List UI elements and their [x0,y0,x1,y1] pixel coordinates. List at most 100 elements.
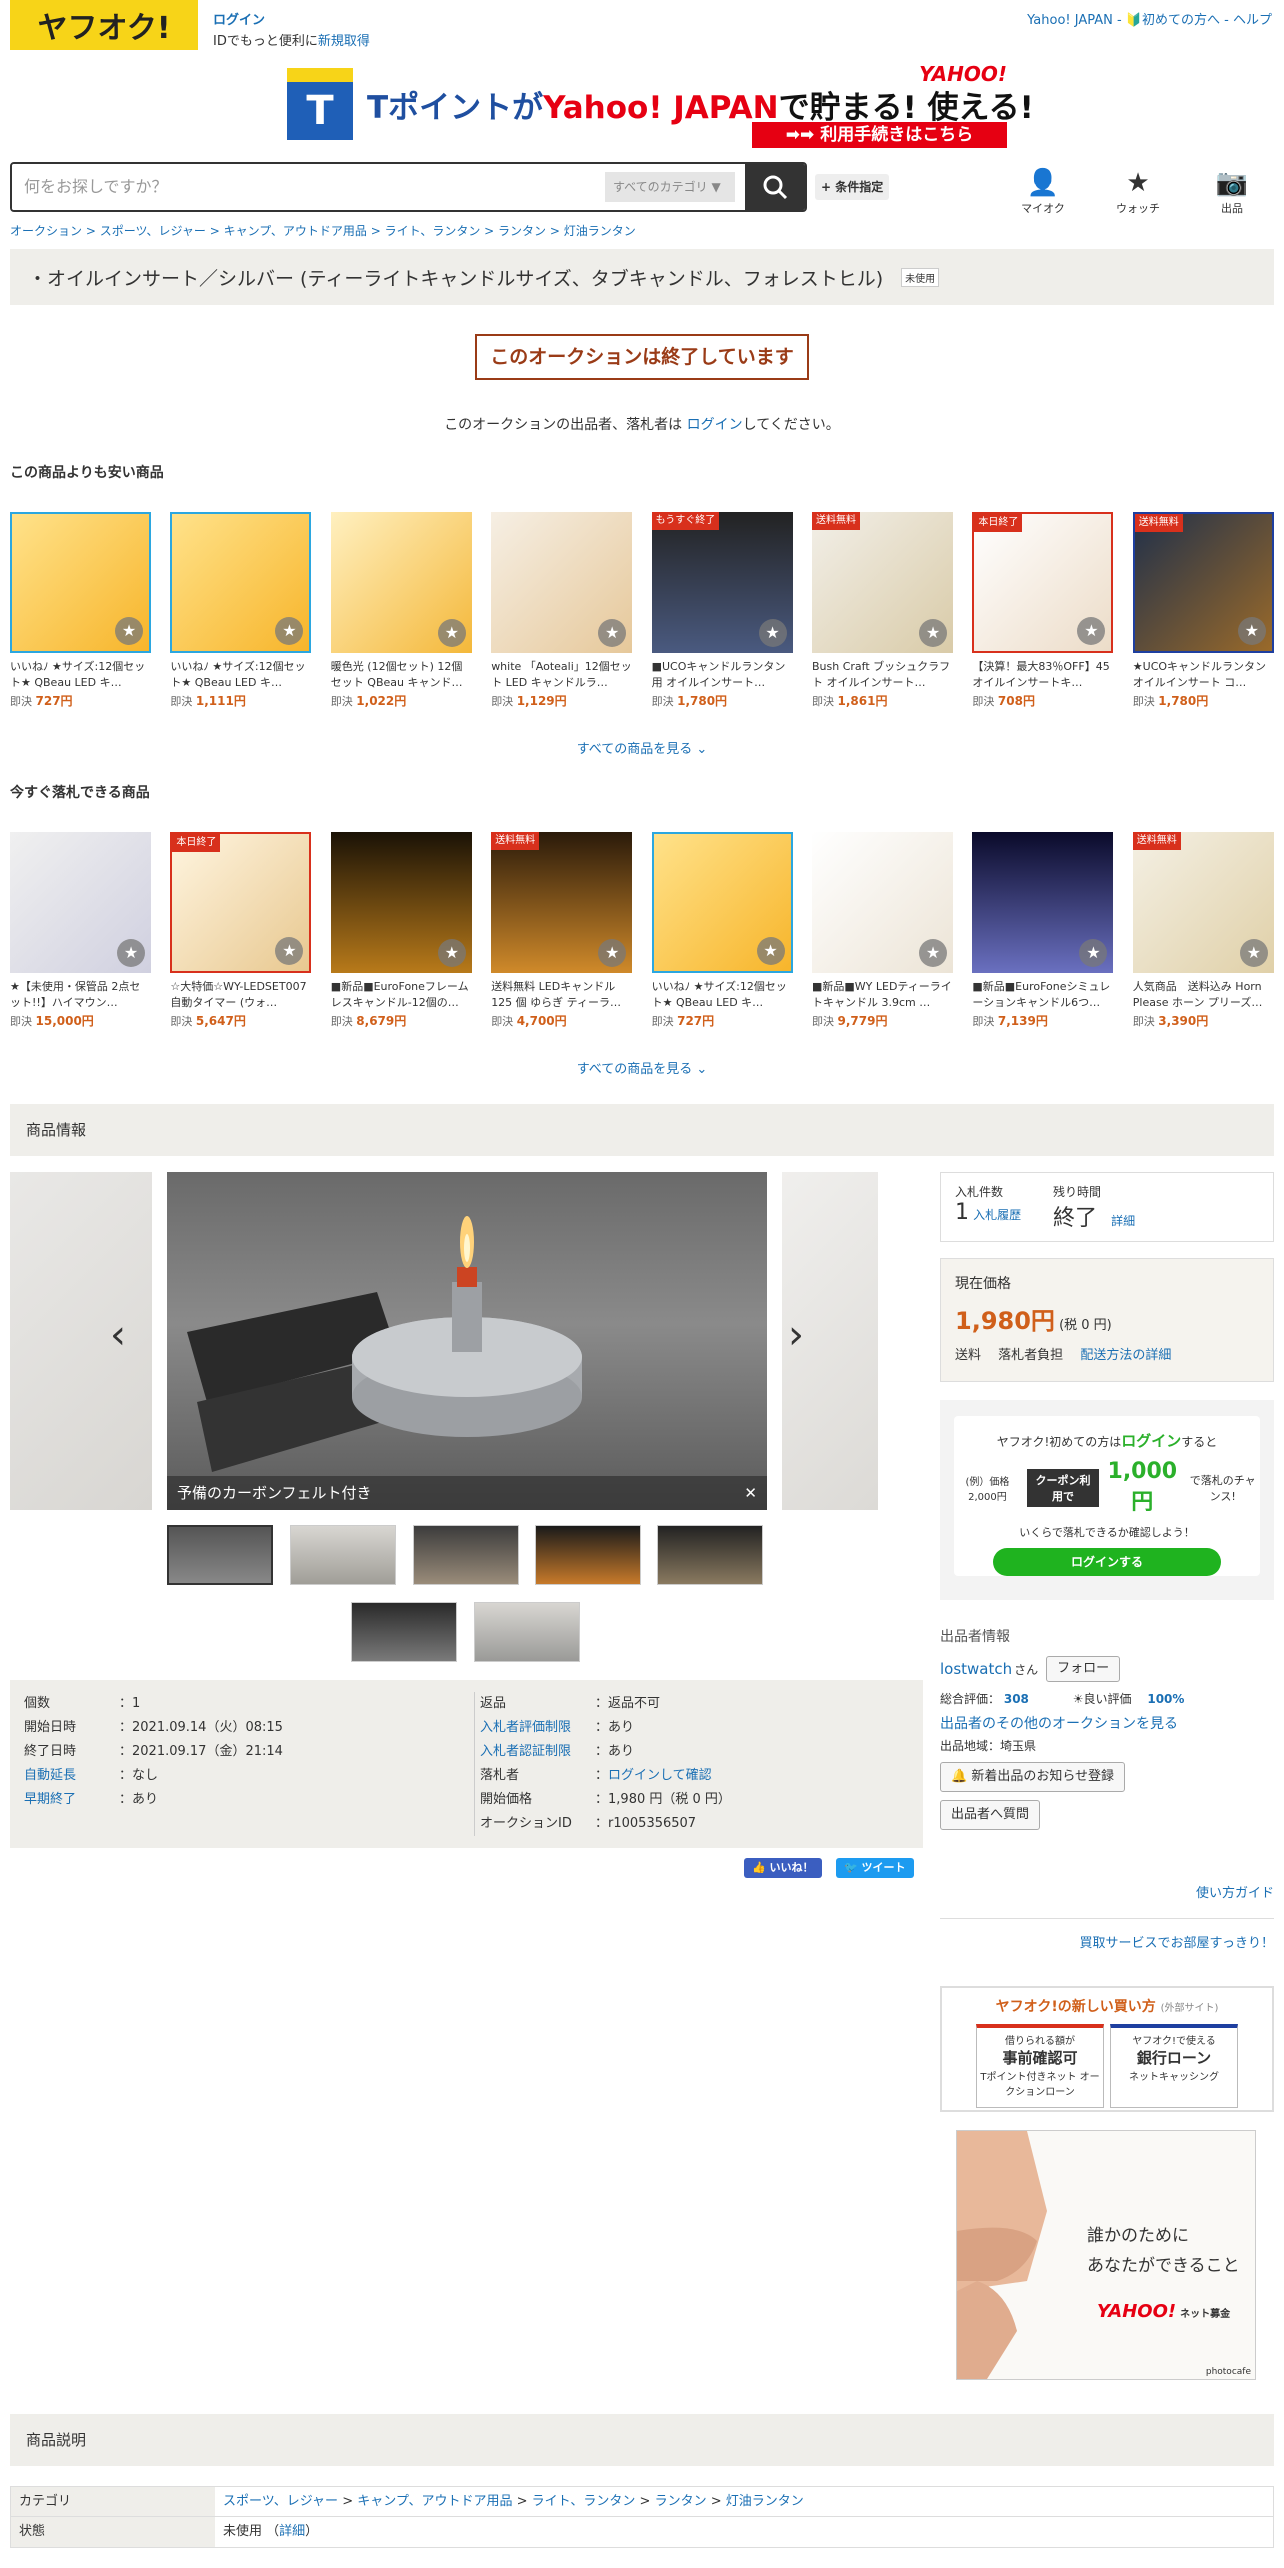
product-image[interactable]: 本日終了 ★ [170,832,312,973]
early-end-link[interactable]: 早期終了 [24,1788,119,1812]
follow-button[interactable]: フォロー [1046,1656,1121,1682]
product-card[interactable]: ★ いいねﾉ ★サイズ:12個セット★ QBeau LED キ… 即決 1,111円 [170,512,312,710]
condition-detail-link[interactable]: 詳細 [279,2524,305,2539]
category-link[interactable]: ライト、ランタン [532,2494,636,2509]
condition-button[interactable]: + 条件指定 [815,174,890,200]
watch-star-icon[interactable]: ★ [437,939,466,967]
product-card[interactable]: 本日終了 ★ ☆大特価☆WY-LEDSET007 自動タイマー (ウォ… 即決 5,6… [170,832,312,1030]
register-link[interactable]: 新規取得 [318,34,370,49]
category-link[interactable]: スポーツ、レジャー [223,2494,338,2509]
product-image[interactable]: ★ [170,512,312,653]
product-card[interactable]: もうすぐ終了 ★ ■UCOキャンドルランタン用 オイルインサート… 即決 1,780円 [651,512,793,710]
product-card[interactable]: ★ いいねﾉ ★サイズ:12個セット★ QBeau LED キ… 即決 727円 [651,832,793,1030]
product-name[interactable]: 暖色光 (12個セット) 12個セット QBeau キャンド… [331,659,472,691]
product-name[interactable]: white 「Aoteali」12個セット LED キャンドルラ… [491,659,632,691]
product-name[interactable]: ★【未使用・保管品 2点セット!!】ハイマウン… [10,979,151,1011]
next-arrow-icon[interactable]: › [788,1312,804,1358]
loan-card-2[interactable]: ヤフオク!で使える 銀行ローン ネットキャッシング [1110,2024,1238,2108]
product-card[interactable]: ★ ■新品■EuroFoneシミュレーションキャンドル6つ… 即決 7,139円 [972,832,1114,1030]
category-link[interactable]: 灯油ランタン [726,2494,804,2509]
product-name[interactable]: 【決算！最大83％OFF】45 オイルインサートキ… [972,659,1113,691]
product-name[interactable]: ■UCOキャンドルランタン用 オイルインサート… [652,659,793,691]
product-name[interactable]: ★UCOキャンドルランタン オイルインサート コ… [1133,659,1274,691]
product-card[interactable]: 本日終了 ★ 【決算！最大83％OFF】45 オイルインサートキ… 即決 708円 [972,512,1114,710]
notify-button[interactable]: 🔔 新着出品のお知らせ登録 [940,1762,1126,1792]
tweet-button[interactable]: 🐦 ツイート [836,1858,914,1878]
nav-sell[interactable]: 📷 出品 [1202,166,1262,216]
category-link[interactable]: ランタン [655,2494,707,2509]
category-link[interactable]: キャンプ、アウトドア用品 [357,2494,512,2509]
breadcrumb-link[interactable]: スポーツ、レジャー [100,224,206,238]
watch-star-icon[interactable]: ★ [115,617,143,645]
seller-other-auctions-link[interactable]: 出品者のその他のオークションを見る [940,1716,1178,1732]
product-card[interactable]: 送料無料 ★ ★UCOキャンドルランタン オイルインサート コ… 即決 1,780円 [1132,512,1274,710]
login-link[interactable]: ログイン [213,13,265,28]
time-detail-link[interactable]: 詳細 [1111,1214,1135,1228]
thumbnail-3[interactable] [413,1525,519,1585]
auto-extend-link[interactable]: 自動延長 [24,1764,119,1788]
loan-card-1[interactable]: 借りられる額が 事前確認可 Tポイント付きネット オークションローン [976,2024,1104,2108]
product-card[interactable]: ★ ■新品■EuroFoneフレームレスキャンドル-12個の… 即決 8,679円 [330,832,472,1030]
breadcrumb-link[interactable]: キャンプ、アウトドア用品 [224,224,367,238]
product-card[interactable]: ★ white 「Aoteali」12個セット LED キャンドルラ… 即決 1,1… [491,512,633,710]
prev-arrow-icon[interactable]: ‹ [110,1312,126,1358]
thumbnail-7[interactable] [474,1602,580,1662]
ask-seller-button[interactable]: 出品者へ質問 [940,1800,1041,1830]
thumbnail-5[interactable] [657,1525,763,1585]
product-name[interactable]: ☆大特価☆WY-LEDSET007 自動タイマー (ウォ… [170,979,311,1011]
buy-service-link[interactable]: 買取サービスでお部屋すっきり！ [1080,1932,1274,1951]
product-name[interactable]: いいねﾉ ★サイズ:12個セット★ QBeau LED キ… [170,659,311,691]
watch-star-icon[interactable]: ★ [919,619,947,647]
rating-link[interactable]: 308 [1004,1692,1029,1706]
seller-name-link[interactable]: lostwatch [940,1660,1012,1678]
shipping-detail-link[interactable]: 配送方法の詳細 [1080,1348,1171,1363]
product-image[interactable]: 送料無料 ★ [1132,832,1274,973]
watch-star-icon[interactable]: ★ [275,617,304,645]
breadcrumb-link[interactable]: 灯油ランタン [564,224,636,238]
buynow-more-link[interactable]: すべての商品を見る ⌄ [0,1058,1284,1077]
thumbnail-4[interactable] [535,1525,641,1585]
watch-star-icon[interactable]: ★ [1237,617,1266,645]
nav-watch[interactable]: ★ ウォッチ [1108,166,1168,216]
product-image[interactable]: 送料無料 ★ [491,832,633,973]
winner-login-link[interactable]: ログインして確認 [608,1768,712,1783]
breadcrumb-link[interactable]: オークション [10,224,82,238]
yahuoku-logo[interactable]: ヤフオク! [10,0,198,50]
bidder-auth-link[interactable]: 入札者認証制限 [480,1740,595,1764]
donation-ad[interactable]: 誰かのために あなたができること YAHOO! ネット募金 photocafe [956,2130,1256,2380]
product-name[interactable]: ■新品■EuroFoneフレームレスキャンドル-12個の… [331,979,472,1011]
watch-star-icon[interactable]: ★ [919,939,947,967]
product-image[interactable]: ★ [972,832,1114,973]
watch-star-icon[interactable]: ★ [1077,617,1106,645]
usage-guide-link[interactable]: 使い方ガイド [1196,1882,1274,1901]
thumbnail-2[interactable] [290,1525,396,1585]
product-card[interactable]: ★ ★【未使用・保管品 2点セット!!】ハイマウン… 即決 15,000円 [10,832,151,1030]
nav-myauc[interactable]: 👤 マイオク [1013,166,1073,216]
category-select[interactable]: すべてのカテゴリ ▼ [605,172,735,202]
search-button[interactable] [745,164,805,210]
product-name[interactable]: 送料無料 LEDキャンドル 125 個 ゆらぎ ティーラ… [491,979,632,1011]
watch-star-icon[interactable]: ★ [598,619,627,647]
search-input[interactable]: 何をお探しですか？ [12,164,605,210]
product-image[interactable]: ★ [651,832,793,973]
header-right-links[interactable]: Yahoo! JAPAN - 🔰初めての方へ - ヘルプ [1027,9,1272,28]
watch-star-icon[interactable]: ★ [1239,939,1268,967]
watch-star-icon[interactable]: ★ [437,619,466,647]
breadcrumb-link[interactable]: ライト、ランタン [385,224,481,238]
product-card[interactable]: ★ いいねﾉ ★サイズ:12個セット★ QBeau LED キ… 即決 727円 [10,512,151,710]
watch-star-icon[interactable]: ★ [756,937,785,965]
banner-button[interactable]: ➡➡ 利用手続きはこちら [752,122,1007,148]
breadcrumb-link[interactable]: ランタン [498,224,546,238]
login-button[interactable]: ログインする [993,1548,1221,1576]
product-name[interactable]: ■新品■EuroFoneシミュレーションキャンドル6つ… [972,979,1113,1011]
product-name[interactable]: いいねﾉ ★サイズ:12個セット★ QBeau LED キ… [652,979,793,1011]
product-name[interactable]: Bush Craft ブッシュクラフト オイルインサート… [812,659,953,691]
product-image[interactable]: 本日終了 ★ [972,512,1114,653]
watch-star-icon[interactable]: ★ [275,937,304,965]
product-name[interactable]: 人気商品 送料込み Horn Please ホーン プリーズ… [1133,979,1274,1011]
watch-star-icon[interactable]: ★ [1079,939,1108,967]
product-name[interactable]: いいねﾉ ★サイズ:12個セット★ QBeau LED キ… [10,659,151,691]
bidder-rating-link[interactable]: 入札者評価制限 [480,1716,595,1740]
tpoint-banner[interactable]: T TポイントがYahoo! JAPANで貯まる! 使える! YAHOO! ➡➡… [287,62,1034,152]
thumbnail-1[interactable] [167,1525,273,1585]
